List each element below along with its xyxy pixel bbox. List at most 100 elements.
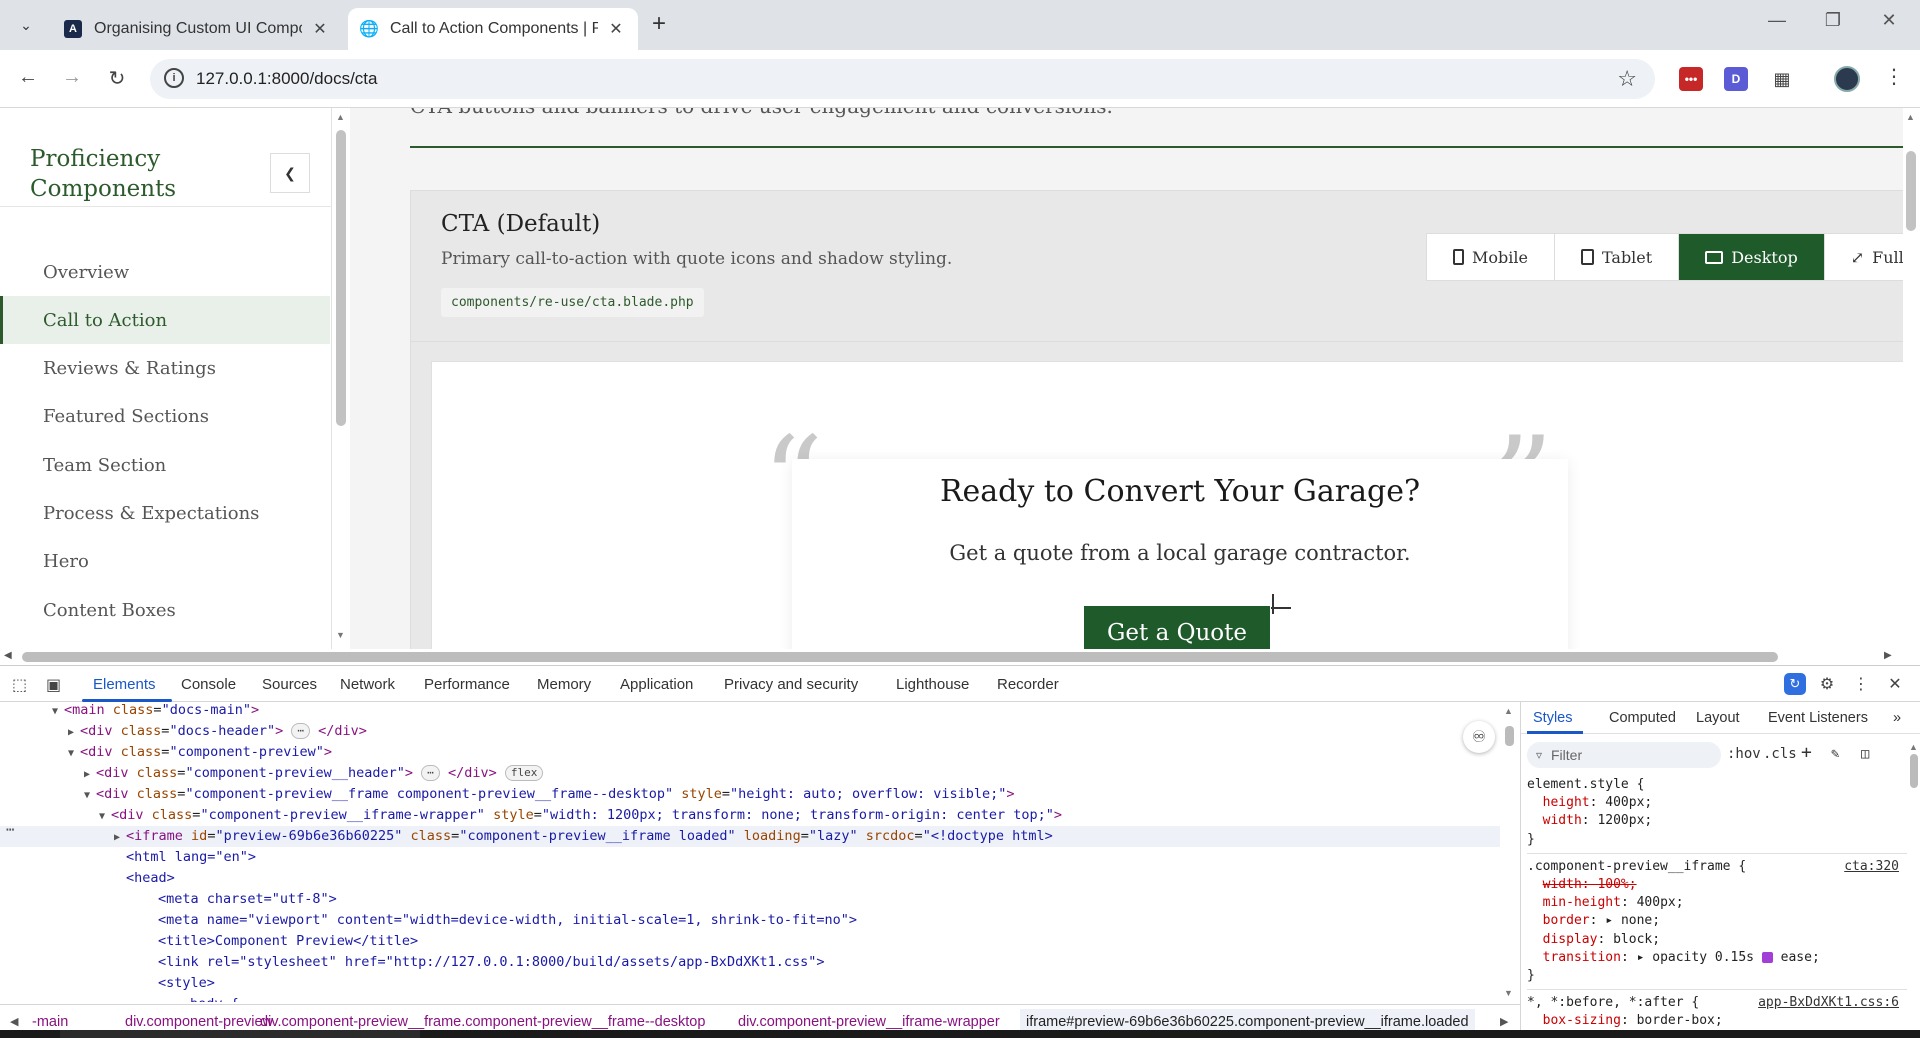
sidebar-item-reviews-ratings[interactable]: Reviews & Ratings — [0, 344, 330, 392]
css-rule-selector[interactable]: element.style { — [1527, 776, 1907, 794]
scroll-right-icon[interactable]: ▶ — [1884, 650, 1892, 661]
hover-state-toggle[interactable]: :hov — [1727, 746, 1761, 762]
sidebar-toggle-icon[interactable]: ◫ — [1861, 746, 1869, 762]
devtools-menu-icon[interactable]: ⋮ — [1850, 673, 1872, 695]
sidebar-item-content-boxes[interactable]: Content Boxes — [0, 586, 330, 634]
scroll-up-icon[interactable]: ▲ — [1906, 112, 1915, 122]
css-declaration[interactable]: display: block; — [1527, 931, 1907, 949]
fullscreen-view-button[interactable]: ⤢ Full — [1825, 234, 1903, 280]
scroll-up-icon[interactable]: ▲ — [1504, 706, 1513, 716]
minimize-icon[interactable]: — — [1762, 10, 1792, 31]
collapsed-content-pill[interactable]: ⋯ — [421, 765, 440, 781]
collapse-triangle-icon[interactable]: ▼ — [68, 743, 80, 764]
sidebar-item-team-section[interactable]: Team Section — [0, 441, 330, 489]
close-icon[interactable]: ✕ — [310, 19, 330, 39]
extensions-puzzle-icon[interactable]: ▦ — [1770, 67, 1794, 91]
extension-icon[interactable]: D — [1724, 67, 1748, 91]
collapsed-content-pill[interactable]: ⋯ — [291, 723, 311, 739]
breadcrumb-item[interactable]: -main — [32, 1014, 68, 1030]
close-icon[interactable]: ✕ — [606, 19, 626, 39]
dom-node-srcdoc-line[interactable]: <meta charset="utf-8"> — [0, 889, 1500, 910]
sidebar-item-process-expectations[interactable]: Process & Expectations — [0, 489, 330, 537]
dom-scrollbar[interactable]: ▲ ▼ — [1502, 702, 1516, 1002]
new-tab-plus-icon[interactable]: + — [652, 12, 666, 36]
expand-triangle-icon[interactable]: ▶ — [68, 722, 80, 743]
dom-node-srcdoc-line[interactable]: <meta name="viewport" content="width=dev… — [0, 910, 1500, 931]
dom-node-preview-frame[interactable]: ▼ <div class="component-preview__frame co… — [0, 784, 1500, 805]
tablet-view-button[interactable]: Tablet — [1555, 234, 1680, 280]
sidebar-item-overview[interactable]: Overview — [0, 248, 330, 296]
tab-lighthouse[interactable]: Lighthouse — [896, 676, 969, 693]
expand-triangle-icon[interactable]: ▶ — [114, 827, 126, 848]
breadcrumb-item[interactable]: div.component-preview — [125, 1014, 273, 1030]
scroll-down-icon[interactable]: ▼ — [1504, 988, 1513, 998]
tab-computed[interactable]: Computed — [1609, 710, 1676, 726]
horizontal-scrollbar[interactable]: ◀ ▶ — [0, 649, 1920, 665]
tab-sources[interactable]: Sources — [262, 676, 317, 693]
sidebar-scrollbar[interactable]: ▲ ▼ — [333, 108, 349, 649]
page-scrollbar[interactable]: ▲ — [1903, 108, 1920, 649]
node-actions-icon[interactable]: ⋯ — [6, 822, 14, 838]
brand-title[interactable]: Proficiency Components — [30, 144, 230, 204]
tab-console[interactable]: Console — [181, 676, 236, 693]
collapse-triangle-icon[interactable]: ▼ — [52, 702, 64, 722]
window-close-icon[interactable]: ✕ — [1874, 10, 1904, 31]
css-declaration[interactable]: width: 1200px; — [1527, 812, 1907, 830]
dom-node-srcdoc-line[interactable]: <head> — [0, 868, 1500, 889]
css-declaration[interactable]: transition: ▸ opacity 0.15s ease; — [1527, 949, 1907, 967]
sidebar-item-call-to-action[interactable]: Call to Action — [0, 296, 330, 344]
scrollbar-thumb[interactable] — [1505, 726, 1514, 746]
get-quote-button[interactable]: Get a Quote — [1084, 606, 1270, 649]
mobile-view-button[interactable]: Mobile — [1427, 234, 1555, 280]
dom-node-component-preview[interactable]: ▼ <div class="component-preview"> — [0, 742, 1500, 763]
tab-privacy-security[interactable]: Privacy and security — [724, 676, 858, 693]
tab-network[interactable]: Network — [340, 676, 395, 693]
tab-recorder[interactable]: Recorder — [997, 676, 1059, 693]
bookmark-star-icon[interactable]: ☆ — [1617, 66, 1637, 92]
dom-node-main[interactable]: ▼ <main class="docs-main"> — [0, 702, 1500, 721]
collapse-sidebar-button[interactable]: ❮ — [270, 153, 310, 193]
back-arrow-icon[interactable]: ← — [14, 66, 42, 89]
reload-icon[interactable]: ↻ — [103, 66, 131, 91]
breadcrumb-right-icon[interactable]: ▶ — [1500, 1015, 1508, 1028]
scrollbar-thumb[interactable] — [22, 652, 1778, 662]
dom-node-preview-header[interactable]: ▶ <div class="component-preview__header">… — [0, 763, 1500, 784]
dom-node-srcdoc-line[interactable]: body { — [0, 994, 1500, 1002]
scrollbar-thumb[interactable] — [336, 130, 346, 426]
flex-badge[interactable]: flex — [504, 765, 544, 781]
css-declaration-overridden[interactable]: width: 100%; — [1527, 876, 1907, 894]
taskbar-item[interactable] — [60, 1030, 420, 1038]
extension-icon[interactable]: ••• — [1679, 67, 1703, 91]
inspect-element-icon[interactable]: ⬚ — [12, 675, 27, 695]
scroll-left-icon[interactable]: ◀ — [4, 650, 12, 661]
scroll-down-icon[interactable]: ▼ — [336, 630, 345, 640]
tab-performance[interactable]: Performance — [424, 676, 510, 693]
new-rule-plus-icon[interactable]: + — [1801, 742, 1812, 763]
css-declaration[interactable]: box-sizing: border-box; — [1527, 1012, 1907, 1030]
scroll-up-icon[interactable]: ▲ — [1909, 742, 1918, 752]
css-source-link[interactable]: app-BxDdXKt1.css:6 — [1758, 994, 1899, 1012]
tab-search-icon[interactable]: ⌄ — [12, 11, 40, 39]
paint-brush-icon[interactable]: ✎ — [1831, 746, 1839, 762]
site-info-icon[interactable]: i — [164, 68, 184, 88]
css-source-link[interactable]: cta:320 — [1844, 858, 1899, 876]
class-toggle[interactable]: .cls — [1763, 746, 1797, 762]
dom-node-docs-header[interactable]: ▶ <div class="docs-header"> ⋯ </div> — [0, 721, 1500, 742]
devtools-close-icon[interactable]: ✕ — [1884, 673, 1906, 695]
tab-elements[interactable]: Elements — [93, 676, 156, 693]
css-rule-selector[interactable]: *, *:before, *:after {app-BxDdXKt1.css:6 — [1527, 994, 1907, 1012]
sidebar-item-hero[interactable]: Hero — [0, 537, 330, 585]
collapse-triangle-icon[interactable]: ▼ — [84, 785, 96, 806]
dom-node-iframe-wrapper[interactable]: ▼ <div class="component-preview__iframe-w… — [0, 805, 1500, 826]
tab-application[interactable]: Application — [620, 676, 693, 693]
expand-triangle-icon[interactable]: ▶ — [84, 764, 96, 785]
scroll-up-icon[interactable]: ▲ — [336, 112, 345, 122]
scrollbar-thumb[interactable] — [1910, 754, 1918, 788]
device-toolbar-icon[interactable]: ▣ — [46, 675, 61, 695]
css-rule-selector[interactable]: .component-preview__iframe {cta:320 — [1527, 858, 1907, 876]
dom-node-srcdoc-line[interactable]: <style> — [0, 973, 1500, 994]
more-tabs-chevron-icon[interactable]: » — [1893, 710, 1901, 726]
desktop-view-button[interactable]: Desktop — [1679, 234, 1825, 280]
breadcrumb-left-icon[interactable]: ◀ — [10, 1015, 18, 1028]
css-declaration[interactable]: min-height: 400px; — [1527, 894, 1907, 912]
